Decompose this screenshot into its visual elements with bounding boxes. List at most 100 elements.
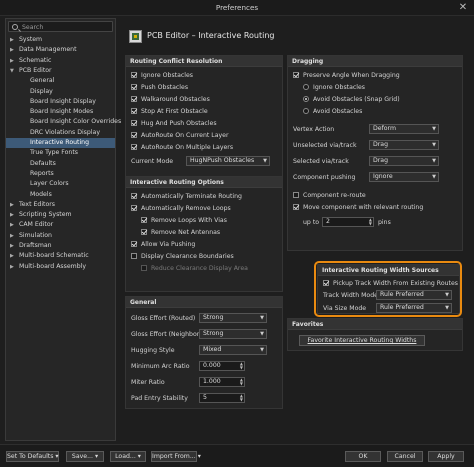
tree-item[interactable]: Reports [6,169,115,179]
set-defaults-button[interactable]: Set To Defaults ▾ [6,451,59,462]
spinner-icon[interactable]: ▲ ▼ [240,394,243,402]
chevron-right-icon[interactable]: ▶ [10,262,14,272]
chevron-right-icon[interactable]: ▶ [10,210,14,220]
unselected-via-dropdown[interactable]: Drag ▼ [369,140,439,150]
tree-item[interactable]: Models [6,190,115,200]
checkbox[interactable] [293,72,299,78]
tree-item[interactable]: Board Insight Color Overrides [6,117,121,127]
hugging-style-dropdown[interactable]: Mixed ▼ [199,345,267,355]
search-input[interactable]: Search [8,21,113,32]
spinner-icon[interactable]: ▲ ▼ [369,218,372,226]
tree-item[interactable]: True Type Fonts [6,148,115,158]
tree-item[interactable]: Display [6,87,115,97]
option-ignore-obstacles[interactable]: Ignore Obstacles [131,71,193,80]
tree-item[interactable]: DRC Violations Display [6,128,115,138]
radio[interactable] [303,96,309,102]
chevron-right-icon[interactable]: ▶ [10,200,14,210]
selected-via-dropdown[interactable]: Drag ▼ [369,156,439,166]
load-button[interactable]: Load... ▾ [110,451,146,462]
gloss-routed-label: Gloss Effort (Routed) [131,315,196,322]
option-move-component[interactable]: Move component with relevant routing [293,203,423,212]
tree-item[interactable]: ▼ PCB Editor [6,66,115,76]
checkbox[interactable] [131,120,137,126]
checkbox[interactable] [131,72,137,78]
chevron-right-icon[interactable]: ▶ [10,241,14,251]
option-remove-loops-vias[interactable]: Remove Loops With Vias [141,216,227,225]
tree-item[interactable]: ▶ Text Editors [6,200,115,210]
tree-item[interactable]: ▶ System [6,35,115,45]
current-mode-dropdown[interactable]: HugNPush Obstacles ▼ [186,156,270,166]
checkbox[interactable] [293,204,299,210]
checkbox[interactable] [131,96,137,102]
chevron-right-icon[interactable]: ▶ [10,251,14,261]
chevron-right-icon[interactable]: ▶ [10,231,14,241]
tree-item[interactable]: ▶ Simulation [6,231,115,241]
checkbox[interactable] [131,84,137,90]
option-push-obstacles[interactable]: Push Obstacles [131,83,188,92]
option-auto-remove-loops[interactable]: Automatically Remove Loops [131,204,231,213]
checkbox[interactable] [141,217,147,223]
chevron-right-icon[interactable]: ▶ [10,35,14,45]
radio-avoid-obstacles[interactable]: Avoid Obstacles [303,107,362,116]
tree-item[interactable]: General [6,76,115,86]
radio-avoid-snap-grid[interactable]: Avoid Obstacles (Snap Grid) [303,95,400,104]
up-to-pins-input[interactable]: 2 ▲ ▼ [322,217,374,227]
option-allow-via-pushing[interactable]: Allow Via Pushing [131,240,195,249]
option-remove-net-antennas[interactable]: Remove Net Antennas [141,228,220,237]
checkbox[interactable] [131,205,137,211]
option-auto-terminate[interactable]: Automatically Terminate Routing [131,192,242,201]
ok-button[interactable]: OK [345,451,381,462]
option-hug-and-push[interactable]: Hug And Push Obstacles [131,119,217,128]
radio[interactable] [303,108,309,114]
checkbox[interactable] [141,229,147,235]
option-autoroute-multiple[interactable]: AutoRoute On Multiple Layers [131,143,233,152]
min-arc-ratio-input[interactable]: 0.000 ▲ ▼ [199,361,245,371]
gloss-neighbor-dropdown[interactable]: Strong ▼ [199,329,267,339]
tree-item[interactable]: Layer Colors [6,179,115,189]
gloss-routed-dropdown[interactable]: Strong ▼ [199,313,267,323]
tree-item[interactable]: ▶ Multi-board Assembly [6,262,115,272]
close-icon[interactable]: ✕ [456,1,470,14]
chevron-down-icon[interactable]: ▼ [10,66,14,76]
tree-item[interactable]: ▶ Draftsman [6,241,115,251]
tree-item[interactable]: ▶ CAM Editor [6,220,115,230]
cancel-button[interactable]: Cancel [387,451,423,462]
radio-ignore-obstacles[interactable]: Ignore Obstacles [303,83,365,92]
apply-button[interactable]: Apply [428,451,464,462]
radio[interactable] [303,84,309,90]
checkbox[interactable] [131,144,137,150]
tree-item[interactable]: Interactive Routing [6,138,115,148]
option-stop-at-first[interactable]: Stop At First Obstacle [131,107,208,116]
spinner-icon[interactable]: ▲ ▼ [240,362,243,370]
favorite-widths-button[interactable]: Favorite Interactive Routing Widths [299,335,425,346]
tree-item[interactable]: ▶ Data Management [6,45,115,55]
chevron-down-icon: ▾ [137,453,141,460]
option-component-reroute[interactable]: Component re-route [293,191,366,200]
checkbox[interactable] [131,108,137,114]
chevron-right-icon[interactable]: ▶ [10,56,14,66]
option-preserve-angle[interactable]: Preserve Angle When Dragging [293,71,400,80]
option-display-clearance[interactable]: Display Clearance Boundaries [131,252,234,261]
chevron-right-icon[interactable]: ▶ [10,45,14,55]
miter-ratio-input[interactable]: 1.000 ▲ ▼ [199,377,245,387]
option-autoroute-current[interactable]: AutoRoute On Current Layer [131,131,229,140]
option-walkaround-obstacles[interactable]: Walkaround Obstacles [131,95,210,104]
tree-item[interactable]: ▶ Schematic [6,56,115,66]
tree-item[interactable]: Board Insight Display [6,97,115,107]
component-pushing-dropdown[interactable]: Ignore ▼ [369,172,439,182]
checkbox[interactable] [293,192,299,198]
chevron-right-icon[interactable]: ▶ [10,220,14,230]
pad-entry-input[interactable]: 5 ▲ ▼ [199,393,245,403]
checkbox[interactable] [131,253,137,259]
checkbox[interactable] [131,132,137,138]
tree-item[interactable]: Board Insight Modes [6,107,115,117]
vertex-action-dropdown[interactable]: Deform ▼ [369,124,439,134]
tree-item[interactable]: ▶ Multi-board Schematic [6,251,115,261]
checkbox[interactable] [131,193,137,199]
spinner-icon[interactable]: ▲ ▼ [240,378,243,386]
save-button[interactable]: Save... ▾ [66,451,104,462]
tree-item[interactable]: Defaults [6,159,115,169]
import-from-button[interactable]: Import From... ▾ [151,451,201,462]
checkbox[interactable] [131,241,137,247]
tree-item[interactable]: ▶ Scripting System [6,210,115,220]
